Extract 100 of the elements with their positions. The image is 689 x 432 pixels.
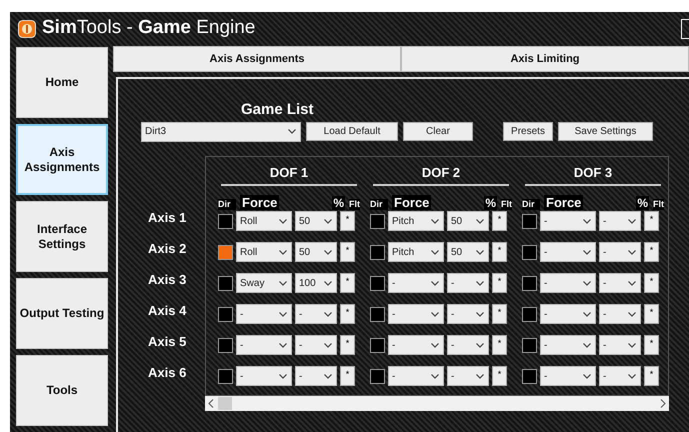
action-button[interactable]: Save Settings xyxy=(558,122,653,141)
percent-select[interactable]: - xyxy=(599,211,641,231)
column-header: Dir xyxy=(218,199,236,210)
filter-button[interactable]: * xyxy=(340,211,355,231)
direction-checkbox[interactable] xyxy=(522,214,537,228)
percent-select[interactable]: - xyxy=(599,273,641,293)
percent-select[interactable]: 50 xyxy=(295,242,337,262)
chevron-down-icon xyxy=(583,280,591,286)
axis-label: Axis 4 xyxy=(148,302,188,320)
chevron-down-icon xyxy=(476,374,484,378)
force-select[interactable]: Sway xyxy=(236,273,292,293)
sidebar-item[interactable]: Axis Assignments xyxy=(16,124,108,195)
filter-button[interactable]: * xyxy=(644,211,659,231)
filter-button[interactable]: * xyxy=(492,242,507,262)
filter-button[interactable]: * xyxy=(644,273,659,293)
force-select[interactable]: - xyxy=(540,242,596,262)
force-select[interactable]: Pitch xyxy=(388,211,444,231)
force-select[interactable]: - xyxy=(388,304,444,324)
direction-checkbox[interactable] xyxy=(370,306,385,322)
percent-select[interactable]: - xyxy=(447,273,489,293)
percent-select[interactable]: - xyxy=(447,366,489,386)
force-select[interactable]: - xyxy=(388,335,444,355)
direction-checkbox[interactable] xyxy=(218,244,233,260)
percent-select[interactable]: - xyxy=(599,242,641,262)
filter-button[interactable]: * xyxy=(492,304,507,324)
filter-button[interactable]: * xyxy=(492,273,507,293)
direction-checkbox[interactable] xyxy=(522,276,537,290)
filter-button[interactable]: * xyxy=(644,242,659,262)
axis-label: Axis 3 xyxy=(148,271,188,290)
game-select[interactable]: Dirt3 xyxy=(141,122,301,142)
force-select[interactable]: - xyxy=(236,335,292,355)
percent-select[interactable]: 100 xyxy=(295,273,337,293)
tab[interactable]: Axis Limiting xyxy=(401,46,689,72)
force-select[interactable]: - xyxy=(540,211,596,231)
filter-button[interactable]: * xyxy=(492,366,507,386)
chevron-down-icon xyxy=(431,312,439,316)
force-select[interactable]: - xyxy=(388,273,444,293)
chevron-down-icon xyxy=(279,312,287,316)
percent-select[interactable]: - xyxy=(447,335,489,355)
direction-checkbox[interactable] xyxy=(218,368,233,384)
filter-button[interactable]: * xyxy=(492,211,507,231)
chevron-down-icon xyxy=(324,312,332,316)
chevron-down-icon xyxy=(324,250,332,254)
column-header: Flt xyxy=(653,199,664,210)
force-select[interactable]: - xyxy=(388,366,444,386)
filter-button[interactable]: * xyxy=(644,304,659,324)
percent-select[interactable]: - xyxy=(447,304,489,324)
direction-checkbox[interactable] xyxy=(370,214,385,228)
direction-checkbox[interactable] xyxy=(522,338,537,352)
percent-select[interactable]: 50 xyxy=(447,242,489,262)
percent-select[interactable]: - xyxy=(599,366,641,386)
sidebar-item[interactable]: Output Testing xyxy=(16,278,108,349)
percent-select[interactable]: - xyxy=(599,335,641,355)
chevron-down-icon xyxy=(628,312,636,316)
action-button[interactable]: Load Default xyxy=(306,122,398,141)
direction-checkbox[interactable] xyxy=(522,306,537,322)
sidebar-item[interactable]: Interface Settings xyxy=(16,201,108,272)
direction-checkbox[interactable] xyxy=(370,244,385,260)
force-select[interactable]: - xyxy=(540,304,596,324)
horizontal-scrollbar[interactable] xyxy=(205,396,669,411)
force-select[interactable]: - xyxy=(540,335,596,355)
direction-checkbox[interactable] xyxy=(370,368,385,384)
filter-button[interactable]: * xyxy=(340,242,355,262)
force-select[interactable]: Roll xyxy=(236,242,292,262)
force-select[interactable]: Roll xyxy=(236,211,292,231)
force-select[interactable]: - xyxy=(540,273,596,293)
direction-checkbox[interactable] xyxy=(522,244,537,260)
direction-checkbox[interactable] xyxy=(218,276,233,290)
percent-select[interactable]: - xyxy=(295,335,337,355)
filter-button[interactable]: * xyxy=(340,366,355,386)
action-button[interactable]: Presets xyxy=(503,122,553,141)
filter-button[interactable]: * xyxy=(644,366,659,386)
force-select[interactable]: - xyxy=(540,366,596,386)
filter-button[interactable]: * xyxy=(340,304,355,324)
direction-checkbox[interactable] xyxy=(370,276,385,290)
scrollbar-thumb[interactable] xyxy=(218,397,232,410)
filter-button[interactable]: * xyxy=(492,335,507,355)
direction-checkbox[interactable] xyxy=(522,368,537,384)
sidebar-item[interactable]: Tools xyxy=(16,355,108,426)
percent-select[interactable]: 50 xyxy=(295,211,337,231)
filter-button[interactable]: * xyxy=(340,273,355,293)
filter-button[interactable]: * xyxy=(644,335,659,355)
direction-checkbox[interactable] xyxy=(218,338,233,352)
force-select[interactable]: Pitch xyxy=(388,242,444,262)
direction-checkbox[interactable] xyxy=(218,214,233,228)
force-select[interactable]: - xyxy=(236,366,292,386)
chevron-left-icon[interactable] xyxy=(208,399,214,408)
chevron-down-icon xyxy=(288,129,296,134)
action-button[interactable]: Clear xyxy=(403,122,473,141)
tab[interactable]: Axis Assignments xyxy=(113,46,401,72)
percent-select[interactable]: - xyxy=(295,366,337,386)
percent-select[interactable]: - xyxy=(295,304,337,324)
direction-checkbox[interactable] xyxy=(370,338,385,352)
sidebar-item[interactable]: Home xyxy=(16,47,108,118)
direction-checkbox[interactable] xyxy=(218,306,233,322)
filter-button[interactable]: * xyxy=(340,335,355,355)
percent-select[interactable]: - xyxy=(599,304,641,324)
chevron-right-icon[interactable] xyxy=(660,399,666,408)
percent-select[interactable]: 50 xyxy=(447,211,489,231)
force-select[interactable]: - xyxy=(236,304,292,324)
